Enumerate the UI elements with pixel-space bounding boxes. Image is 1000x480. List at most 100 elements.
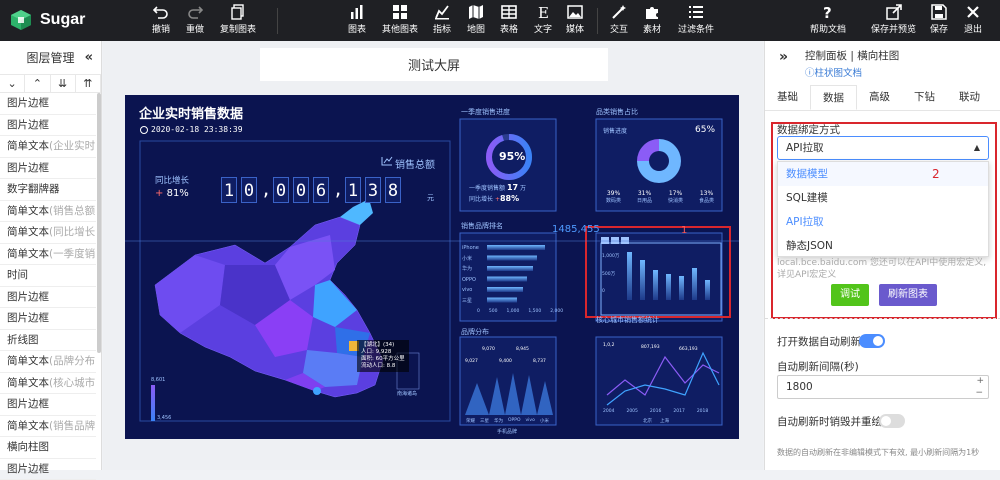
layer-item[interactable]: 图片边框 <box>0 308 96 330</box>
selected-chart-bar <box>705 280 710 300</box>
layer-item[interactable]: 简单文本(同比增长) <box>0 222 96 244</box>
layer-panel-title: 图层管理 <box>26 49 74 66</box>
undo-button[interactable]: 撤销 <box>152 4 170 35</box>
city-sales-legend-item: 上海 <box>660 418 669 424</box>
category-stat-value: 31% <box>632 190 657 197</box>
layer-item-label: 图片边框 <box>7 291 49 303</box>
brand-distribution-tick: vivo <box>526 418 535 424</box>
tab-item[interactable]: 高级 <box>857 85 902 110</box>
close-icon <box>965 4 981 20</box>
save-label: 保存 <box>930 22 948 35</box>
layer-item-sub: (同比增长) <box>49 226 96 238</box>
brand-rank-label: vivo <box>462 285 479 296</box>
help-button[interactable]: ?帮助文档 <box>810 4 846 35</box>
layer-item[interactable]: 图片边框 <box>0 459 96 480</box>
save-preview-button[interactable]: 保存并预览 <box>871 4 916 35</box>
brand-rank-tick: 500 <box>489 309 498 314</box>
move-up-icon[interactable]: ⌃ <box>25 75 50 92</box>
table-button[interactable]: 表格 <box>500 4 518 35</box>
bar-chart-icon <box>349 4 365 20</box>
layer-item[interactable]: 图片边框 <box>0 115 96 137</box>
exit-button[interactable]: 退出 <box>964 4 982 35</box>
bind-method-select[interactable]: API拉取▲ <box>777 136 989 160</box>
tab-item[interactable]: 数据 <box>810 85 857 110</box>
page-title[interactable]: 测试大屏 <box>260 48 608 81</box>
layer-item[interactable]: 图片边框 <box>0 394 96 416</box>
layer-item[interactable]: 简单文本(一季度销… <box>0 244 96 266</box>
brand-rank-label: 三星 <box>462 296 479 307</box>
tab-item[interactable]: 下钻 <box>902 85 947 110</box>
layer-item[interactable]: 简单文本(企业实时… <box>0 136 96 158</box>
brand-rank-label: OPPO <box>462 275 479 286</box>
control-tabs: 基础数据高级下钻联动 <box>765 85 1000 111</box>
brand-rank-label: 华为 <box>462 264 479 275</box>
bind-method-option[interactable]: SQL建模 <box>778 186 988 210</box>
auto-refresh-toggle[interactable] <box>859 334 885 348</box>
layer-item[interactable]: 图片边框 <box>0 287 96 309</box>
quarter-sales-row: 一季度销售额 17 万 <box>469 183 526 192</box>
layer-item[interactable]: 简单文本(销售总额) <box>0 201 96 223</box>
app-name: Sugar <box>40 11 85 29</box>
indicator-label: 指标 <box>433 22 451 35</box>
bind-method-option[interactable]: 数据模型 <box>778 162 988 186</box>
layer-item[interactable]: 图片边框 <box>0 158 96 180</box>
annotation-marker-1: 1 <box>681 225 687 236</box>
text-button[interactable]: E文字 <box>534 4 552 35</box>
layer-item[interactable]: 简单文本(品牌分布) <box>0 351 96 373</box>
filter-button[interactable]: 过滤条件 <box>678 4 714 35</box>
save-button[interactable]: 保存 <box>930 4 948 35</box>
move-bottom-icon[interactable]: ⇊ <box>51 75 76 92</box>
other-chart-button[interactable]: 其他图表 <box>382 4 418 35</box>
collapse-panel-icon[interactable]: « <box>85 50 93 65</box>
selected-chart-bar <box>653 270 658 300</box>
map-button[interactable]: 地图 <box>467 4 485 35</box>
material-button[interactable]: 素材 <box>643 4 661 35</box>
chart-button[interactable]: 图表 <box>348 4 366 35</box>
flip-digit: 8 <box>385 177 401 203</box>
bind-method-option[interactable]: API拉取 <box>778 210 988 234</box>
media-button[interactable]: 媒体 <box>566 4 584 35</box>
debug-button[interactable]: 调试 <box>831 284 869 306</box>
copy-chart-button[interactable]: 复制图表 <box>220 4 256 35</box>
category-progress-value: 65% <box>695 125 715 135</box>
layer-item[interactable]: 图片边框 <box>0 93 96 115</box>
layer-item[interactable]: 折线图 <box>0 330 96 352</box>
chart-handle-icon[interactable] <box>621 237 629 244</box>
destroy-redraw-toggle[interactable] <box>879 414 905 428</box>
control-panel-title: 控制面板 | 横向柱图 <box>805 48 899 63</box>
bind-method-option[interactable]: 静态JSON <box>778 234 988 258</box>
layer-item-sub: (品牌分布) <box>49 355 96 367</box>
move-down-icon[interactable]: ⌄ <box>0 75 25 92</box>
refresh-chart-button[interactable]: 刷新图表 <box>879 284 937 306</box>
map-scale-bar <box>151 385 155 421</box>
chart-handle-icon[interactable] <box>601 237 609 244</box>
stepper-down-icon[interactable]: − <box>975 382 983 404</box>
layer-item-label: 简单文本 <box>7 248 49 260</box>
interaction-button[interactable]: 交互 <box>610 4 628 35</box>
top-toolbar: Sugar 撤销 重做 复制图表 图表 其他图表 指标 地图 表格 E文字 媒体… <box>0 0 1000 41</box>
layer-item[interactable]: 横向柱图 <box>0 437 96 459</box>
indicator-button[interactable]: 指标 <box>433 4 451 35</box>
brand-rank-labels: iPhone小米华为OPPOvivo三星 <box>462 243 479 306</box>
layer-item-label: 时间 <box>7 269 28 281</box>
layer-item[interactable]: 简单文本(核心城市… <box>0 373 96 395</box>
table-icon <box>501 4 517 20</box>
layer-item[interactable]: 简单文本(销售品牌… <box>0 416 96 438</box>
external-link-icon <box>886 4 902 20</box>
chart-handle-icon[interactable] <box>611 237 619 244</box>
expand-panel-icon[interactable]: » <box>779 49 788 65</box>
layer-item[interactable]: 数字翻牌器 <box>0 179 96 201</box>
tab-item[interactable]: 联动 <box>947 85 992 110</box>
layer-list-scrollbar[interactable] <box>97 93 101 353</box>
city-sales-value: 663,193 <box>679 347 698 352</box>
refresh-interval-input[interactable]: 1800+− <box>777 375 989 399</box>
tab-item[interactable]: 基础 <box>765 85 810 110</box>
chart-label: 图表 <box>348 22 366 35</box>
redo-button[interactable]: 重做 <box>186 4 204 35</box>
move-top-icon[interactable]: ⇈ <box>76 75 101 92</box>
layer-item[interactable]: 时间 <box>0 265 96 287</box>
selected-chart-bar <box>640 260 645 300</box>
refresh-interval-label: 自动刷新间隔(秒) <box>777 359 859 374</box>
chart-doc-link[interactable]: ⓘ柱状图文档 <box>805 65 862 79</box>
city-sales-legend-item: 北京 <box>643 418 652 424</box>
